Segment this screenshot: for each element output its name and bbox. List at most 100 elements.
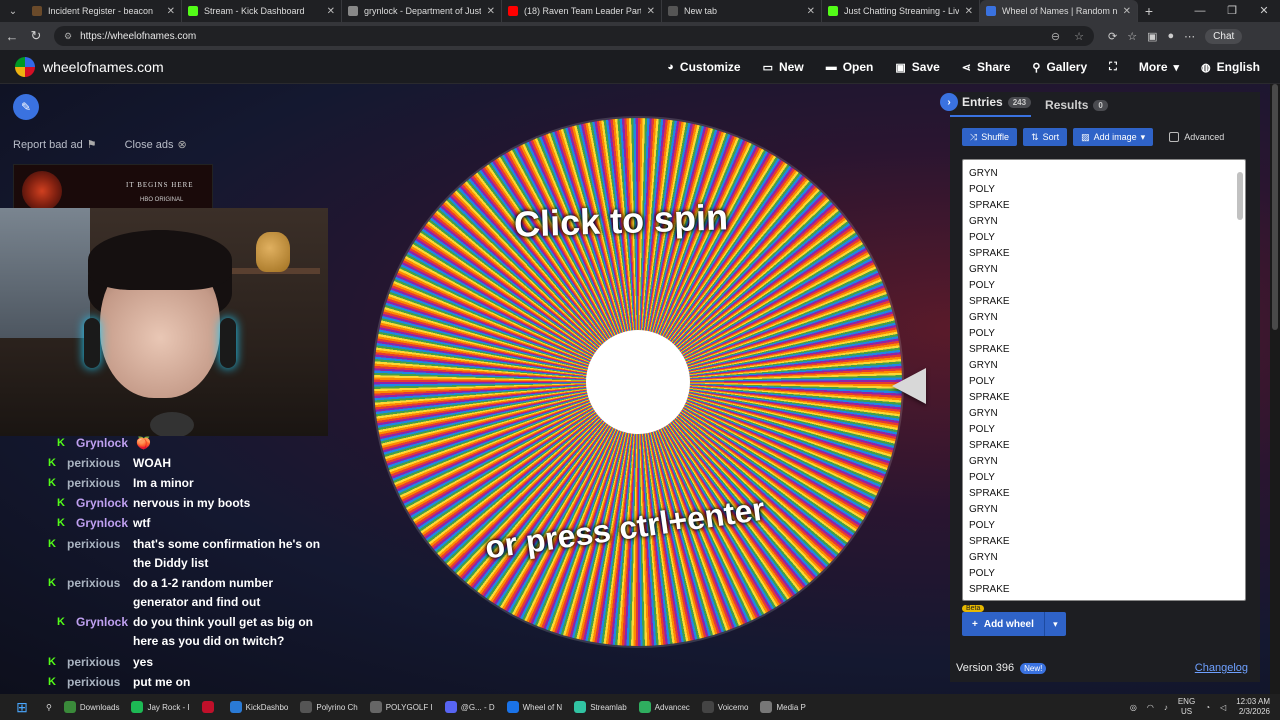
minimize-icon[interactable]: — xyxy=(1184,0,1216,22)
advertisement[interactable]: IT BEGINS HERE HBO ORIGINAL xyxy=(13,164,213,210)
site-info-icon[interactable]: ⚙ xyxy=(64,31,72,42)
more-button[interactable]: More ▾ xyxy=(1139,60,1179,74)
edit-pencil-button[interactable]: ✎ xyxy=(13,94,39,120)
page-scrollbar-thumb[interactable] xyxy=(1272,84,1278,330)
taskbar-app[interactable]: @G... - D xyxy=(444,701,495,713)
entry-line[interactable]: GRYN xyxy=(969,166,998,182)
entry-line[interactable]: SPRAKE xyxy=(969,438,1010,454)
entry-line[interactable]: POLY xyxy=(969,374,995,390)
tab-results[interactable]: Results 0 xyxy=(1045,98,1108,112)
site-logo-icon[interactable] xyxy=(15,56,35,77)
profile-avatar-icon[interactable]: ● xyxy=(1168,30,1175,42)
shuffle-button[interactable]: ⤨ Shuffle xyxy=(962,128,1018,146)
entry-line[interactable]: GRYN xyxy=(969,310,998,326)
browser-tab[interactable]: (18) Raven Team Leader Party Hip✕ xyxy=(502,0,662,22)
network-tray-icon[interactable]: ◠ xyxy=(1147,703,1154,712)
wifi-icon[interactable]: ◔ xyxy=(1205,703,1210,712)
entry-line[interactable]: SPRAKE xyxy=(969,294,1010,310)
report-bad-ad-link[interactable]: Report bad ad ⚑ xyxy=(13,138,97,151)
tab-close-icon[interactable]: ✕ xyxy=(807,6,815,17)
sort-button[interactable]: ⇅ Sort xyxy=(1023,128,1068,146)
tab-search-icon[interactable]: ⌄ xyxy=(0,0,26,22)
new-button[interactable]: ▭ New xyxy=(763,60,804,74)
tab-close-icon[interactable]: ✕ xyxy=(167,6,175,17)
entry-line[interactable]: POLY xyxy=(969,566,995,582)
entries-textarea[interactable]: GRYN POLY SPRAKE GRYN POLY SPRAKE GRYN POLY SPRA… xyxy=(962,159,1246,601)
browser-tab[interactable]: Just Chatting Streaming - Live Str✕ xyxy=(822,0,980,22)
entry-line[interactable]: GRYN xyxy=(969,406,998,422)
taskbar-app[interactable]: Advancec xyxy=(638,701,690,713)
clock[interactable]: 12:03 AM 2/3/2026 xyxy=(1236,697,1270,717)
collections-icon[interactable]: ▣ xyxy=(1147,30,1157,43)
copilot-chat-button[interactable]: Chat xyxy=(1205,28,1243,44)
close-ads-link[interactable]: Close ads ⊗ xyxy=(125,138,187,151)
browser-tab[interactable]: New tab ✕ xyxy=(662,0,822,22)
entry-line[interactable]: SPRAKE xyxy=(969,582,1010,598)
taskbar-app[interactable]: Downloads xyxy=(63,701,119,713)
site-name[interactable]: wheelofnames.com xyxy=(43,59,164,75)
back-icon[interactable]: ← xyxy=(0,29,24,44)
entry-line[interactable]: GRYN xyxy=(969,358,998,374)
spin-wheel[interactable]: Click to spin or press ctrl+enter xyxy=(374,118,902,646)
gallery-button[interactable]: ⚲ Gallery xyxy=(1032,60,1087,74)
taskbar-app[interactable]: Jay Rock - I xyxy=(131,701,190,713)
customize-button[interactable]: ◕ Customize xyxy=(667,60,740,74)
browser-tab-active[interactable]: Wheel of Names | Random name✕ xyxy=(980,0,1138,22)
menu-dots-icon[interactable]: ⋯ xyxy=(1184,30,1195,43)
new-tab-icon[interactable]: + xyxy=(1138,3,1160,19)
advanced-checkbox[interactable]: Advanced xyxy=(1169,132,1224,142)
collapse-panel-icon[interactable]: › xyxy=(940,93,958,111)
wheel-center[interactable] xyxy=(586,330,690,434)
entry-line[interactable]: GRYN xyxy=(969,214,998,230)
fullscreen-button[interactable]: ⛶ xyxy=(1109,61,1117,74)
entry-line[interactable]: POLY xyxy=(969,470,995,486)
taskbar-app[interactable]: Media P xyxy=(760,701,806,713)
share-button[interactable]: ⋖ Share xyxy=(962,60,1011,74)
entry-line[interactable]: POLY xyxy=(969,326,995,342)
add-wheel-dropdown-button[interactable]: ▾ xyxy=(1043,612,1066,636)
changelog-link[interactable]: Changelog xyxy=(1195,662,1248,674)
entries-scrollbar-thumb[interactable] xyxy=(1237,172,1243,220)
entry-line[interactable]: POLY xyxy=(969,182,995,198)
taskbar-app[interactable]: KickDashbo xyxy=(229,701,288,713)
bookmark-star-icon[interactable]: ☆ xyxy=(1074,30,1084,43)
taskbar-app[interactable] xyxy=(201,701,218,713)
entry-line[interactable]: SPRAKE xyxy=(969,534,1010,550)
entry-line[interactable]: SPRAKE xyxy=(969,198,1010,214)
tab-close-icon[interactable]: ✕ xyxy=(1123,6,1131,17)
discord-tray-icon[interactable]: ◎ xyxy=(1130,703,1137,712)
taskbar-app[interactable]: Streamlab xyxy=(574,701,627,713)
add-wheel-button[interactable]: + Add wheel xyxy=(962,612,1044,636)
entries-scrollbar[interactable] xyxy=(1237,166,1243,592)
tab-close-icon[interactable]: ✕ xyxy=(965,6,973,17)
tab-entries[interactable]: › Entries 243 xyxy=(940,93,1032,117)
url-field[interactable]: ⚙ https://wheelofnames.com ⊖ ☆ xyxy=(54,26,1094,46)
page-scrollbar[interactable] xyxy=(1270,84,1280,694)
reload-icon[interactable]: ↻ xyxy=(24,28,48,44)
favorites-icon[interactable]: ☆ xyxy=(1127,30,1137,43)
entry-line[interactable]: POLY xyxy=(969,422,995,438)
entry-line[interactable]: GRYN xyxy=(969,550,998,566)
entry-line[interactable]: POLY xyxy=(969,518,995,534)
entry-line[interactable]: GRYN xyxy=(969,454,998,470)
extensions-icon[interactable]: ⟳ xyxy=(1108,30,1117,43)
entry-line[interactable]: GRYN xyxy=(969,262,998,278)
volume-icon[interactable]: ◁ xyxy=(1220,703,1226,712)
taskbar-app[interactable]: POLYGOLF I xyxy=(369,701,433,713)
tab-close-icon[interactable]: ✕ xyxy=(327,6,335,17)
browser-tab[interactable]: grynlock - Department of Justice ✕ xyxy=(342,0,502,22)
entry-line[interactable]: SPRAKE xyxy=(969,486,1010,502)
browser-tab[interactable]: Incident Register - beacon ✕ xyxy=(26,0,182,22)
no-tracking-icon[interactable]: ⊖ xyxy=(1051,30,1060,43)
entry-line[interactable]: GRYN xyxy=(969,502,998,518)
tab-close-icon[interactable]: ✕ xyxy=(647,6,655,17)
restore-icon[interactable]: ❐ xyxy=(1216,0,1248,22)
entry-line[interactable]: POLY xyxy=(969,230,995,246)
browser-tab[interactable]: Stream - Kick Dashboard ✕ xyxy=(182,0,342,22)
save-button[interactable]: ▣ Save xyxy=(895,60,939,74)
windows-start-icon[interactable]: ⊞ xyxy=(10,699,34,716)
entry-line[interactable]: SPRAKE xyxy=(969,390,1010,406)
taskbar-app[interactable]: Wheel of N xyxy=(506,701,562,713)
entry-line[interactable]: POLY xyxy=(969,278,995,294)
language-button[interactable]: ◍ English xyxy=(1201,60,1260,74)
